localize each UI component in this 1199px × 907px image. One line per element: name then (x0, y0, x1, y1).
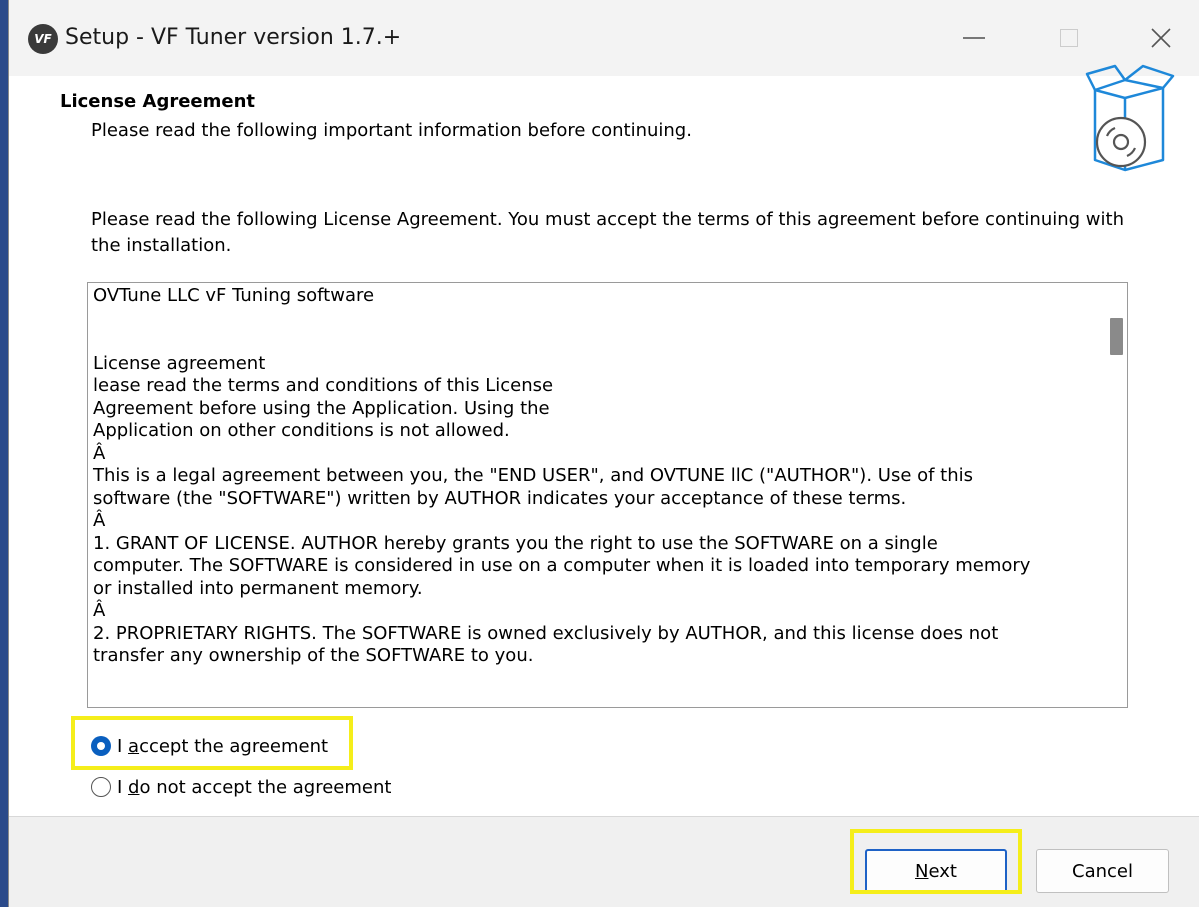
wizard-footer (9, 816, 1199, 907)
next-button[interactable]: Next (865, 849, 1007, 893)
license-scrollbar[interactable] (1101, 283, 1127, 707)
minimize-icon (963, 37, 985, 39)
minimize-button[interactable] (944, 16, 1004, 60)
radio-unchecked-icon[interactable] (91, 777, 111, 797)
title-bar[interactable]: VF Setup - VF Tuner version 1.7.+ (9, 0, 1199, 76)
license-text: OVTune LLC vF Tuning software License ag… (93, 285, 1031, 666)
radio-checked-icon[interactable] (91, 736, 111, 756)
accept-label: I accept the agreement (117, 735, 329, 757)
next-label: Next (915, 860, 957, 882)
license-textbox[interactable]: OVTune LLC vF Tuning software License ag… (87, 282, 1128, 708)
close-icon (1151, 28, 1171, 48)
scrollbar-thumb[interactable] (1110, 318, 1123, 355)
app-icon: VF (28, 24, 58, 54)
maximize-icon (1060, 29, 1078, 47)
accept-agreement-radio[interactable]: I accept the agreement (91, 732, 328, 760)
license-intro-text: Please read the following License Agreem… (91, 209, 1124, 256)
page-subtitle: Please read the following important info… (91, 120, 692, 141)
window-title: Setup - VF Tuner version 1.7.+ (65, 25, 402, 50)
decline-agreement-radio[interactable]: I do not accept the agreement (91, 773, 391, 801)
setup-box-icon (1085, 64, 1175, 172)
cancel-button[interactable]: Cancel (1036, 849, 1169, 893)
setup-window: VF Setup - VF Tuner version 1.7.+ Licens… (8, 0, 1199, 907)
decline-label: I do not accept the agreement (117, 776, 392, 798)
close-button[interactable] (1131, 16, 1191, 60)
wizard-header: License Agreement Please read the follow… (9, 76, 1199, 188)
page-title: License Agreement (60, 91, 256, 112)
maximize-button (1039, 16, 1099, 60)
